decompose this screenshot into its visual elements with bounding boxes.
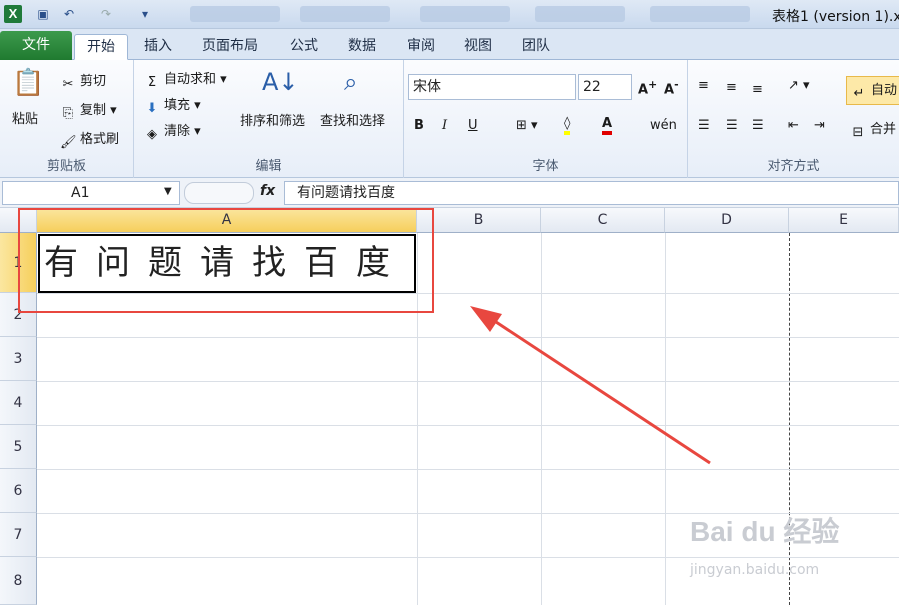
tab-page-layout[interactable]: 页面布局 (190, 34, 270, 60)
blurred-tab (420, 6, 510, 22)
align-top-icon[interactable]: ≡ (698, 78, 709, 93)
copy-button[interactable]: ⎘ 复制 ▾ (60, 99, 117, 122)
cut-button[interactable]: ✂ 剪切 (60, 70, 106, 93)
format-painter-label: 格式刷 (80, 132, 120, 147)
fill-down-icon: ⬇ (146, 101, 158, 116)
clear-button[interactable]: ◈ 清除 ▾ (144, 120, 201, 143)
blurred-tab (300, 6, 390, 22)
align-bottom-icon[interactable]: ≡ (752, 82, 763, 97)
merge-button[interactable]: ⊟ 合并 (850, 118, 896, 141)
sort-filter-button[interactable]: 排序和筛选 (240, 110, 305, 129)
autosum-label: 自动求和 (164, 72, 217, 87)
format-painter-button[interactable]: 🖌 格式刷 (60, 128, 119, 151)
shrink-font-icon[interactable]: A- (664, 78, 679, 97)
editing-group: Σ 自动求和 ▾ ⬇ 填充 ▾ ◈ 清除 ▾ A↓ 排序和筛选 ⌕ 查找和选择 编辑 (134, 60, 404, 178)
scissors-icon: ✂ (62, 77, 74, 92)
formula-bar: A1 ▼ fx 有问题请找百度 (0, 178, 899, 208)
tab-file[interactable]: 文件 (0, 31, 72, 60)
tab-home[interactable]: 开始 (74, 34, 128, 60)
blurred-tab (535, 6, 625, 22)
paste-icon[interactable]: 📋 (12, 68, 44, 98)
tab-insert[interactable]: 插入 (132, 34, 184, 60)
paste-button[interactable]: 粘贴 (12, 108, 38, 127)
fill-button[interactable]: ⬇ 填充 ▾ (144, 94, 201, 117)
phonetic-button[interactable]: wén (650, 118, 677, 133)
sigma-icon: Σ (147, 75, 157, 90)
cut-label: 剪切 (80, 74, 107, 89)
arrow-shaft (489, 316, 711, 465)
font-label: 字体 (532, 159, 559, 174)
sort-filter-icon[interactable]: A↓ (262, 68, 299, 96)
redo-icon[interactable]: ↷ (97, 5, 115, 23)
eraser-icon: ◈ (147, 127, 157, 142)
font-group: 宋体 22 A+ A- B I U ⊞ ▾ ◊ A wén 字体 (404, 60, 688, 178)
copy-label: 复制 (80, 103, 107, 118)
brush-icon: 🖌 (60, 135, 77, 150)
align-center-icon[interactable]: ☰ (726, 118, 738, 133)
window-title: 表格1 (version 1).x (772, 9, 899, 25)
save-icon[interactable]: ▣ (34, 5, 52, 23)
name-box-dropdown-icon[interactable]: ▼ (164, 186, 172, 197)
align-left-icon[interactable]: ☰ (698, 118, 710, 133)
clear-label: 清除 (164, 124, 191, 139)
blurred-tab (650, 6, 750, 22)
clipboard-group: 📋 粘贴 ✂ 剪切 ⎘ 复制 ▾ 🖌 格式刷 剪贴板 (0, 60, 134, 178)
undo-icon[interactable]: ↶ (60, 5, 78, 23)
increase-indent-icon[interactable]: ⇥ (814, 118, 825, 133)
formula-separator (184, 182, 254, 204)
blurred-tab (190, 6, 280, 22)
name-box[interactable]: A1 (2, 181, 180, 205)
customize-qat-icon[interactable]: ▾ (136, 5, 154, 23)
ribbon: 📋 粘贴 ✂ 剪切 ⎘ 复制 ▾ 🖌 格式刷 剪贴板 Σ 自动求和 ▾ ⬇ 填充 ▾ ◈ 清… (0, 60, 899, 178)
watermark-logo: Bai du 经验 (690, 516, 840, 547)
align-right-icon[interactable]: ☰ (752, 118, 764, 133)
title-bar: X ▣ ↶ ↷ ▾ 表格1 (version 1).x (0, 0, 899, 29)
editing-label: 编辑 (255, 159, 282, 174)
tab-view[interactable]: 视图 (452, 34, 504, 60)
tab-formulas[interactable]: 公式 (278, 34, 330, 60)
excel-logo-icon: X (4, 5, 22, 23)
orientation-icon[interactable]: ↗ ▾ (788, 78, 810, 93)
underline-button[interactable]: U (468, 118, 478, 133)
font-color-icon[interactable]: A (602, 116, 613, 135)
align-middle-icon[interactable]: ≡ (726, 80, 737, 95)
merge-icon: ⊟ (852, 125, 864, 140)
clipboard-label: 剪贴板 (46, 159, 86, 174)
insert-function-button[interactable]: fx (260, 183, 275, 199)
find-binoculars-icon[interactable]: ⌕ (344, 68, 357, 96)
wrap-label: 自动 (871, 83, 898, 98)
watermark-url: jingyan.baidu.com (690, 562, 820, 578)
formula-input[interactable]: 有问题请找百度 (284, 181, 899, 205)
wrap-text-button[interactable]: ↵ 自动 (846, 76, 899, 105)
italic-button[interactable]: I (442, 118, 447, 133)
merge-label: 合并 (870, 122, 897, 137)
ribbon-tab-bar: 文件 开始 插入 页面布局 公式 数据 审阅 视图 团队 (0, 29, 899, 60)
decrease-indent-icon[interactable]: ⇤ (788, 118, 799, 133)
grow-font-icon[interactable]: A+ (638, 78, 657, 97)
bold-button[interactable]: B (414, 118, 424, 133)
copy-icon: ⎘ (62, 106, 74, 121)
font-size-select[interactable]: 22 (578, 74, 632, 100)
tab-review[interactable]: 审阅 (395, 34, 447, 60)
borders-icon[interactable]: ⊞ ▾ (516, 118, 538, 133)
alignment-label: 对齐方式 (767, 159, 820, 174)
find-select-button[interactable]: 查找和选择 (320, 110, 385, 129)
fill-color-icon[interactable]: ◊ (564, 116, 571, 135)
arrow-head (470, 306, 502, 332)
tab-team[interactable]: 团队 (510, 34, 562, 60)
alignment-group: ≡ ≡ ≡ ↗ ▾ ☰ ☰ ☰ ⇤ ⇥ ↵ 自动 ⊟ 合并 对齐方式 (688, 60, 899, 178)
wrap-icon: ↵ (853, 86, 865, 101)
fill-label: 填充 (164, 98, 191, 113)
font-name-select[interactable]: 宋体 (408, 74, 576, 100)
autosum-button[interactable]: Σ 自动求和 ▾ (144, 68, 227, 91)
tab-data[interactable]: 数据 (336, 34, 388, 60)
